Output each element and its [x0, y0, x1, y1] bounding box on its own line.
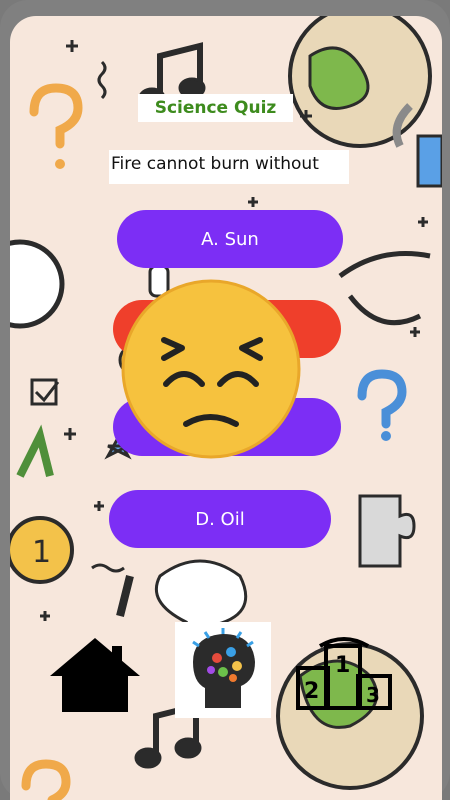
brain-icon[interactable] [175, 622, 271, 718]
device-frame: 1 Science Quiz Fire cannot burn without … [0, 0, 450, 800]
question-text: Fire cannot burn without [109, 150, 349, 184]
podium-icon[interactable]: 1 2 3 [294, 632, 394, 712]
option-d-button[interactable]: D. Oil [109, 490, 331, 548]
home-icon[interactable] [48, 636, 142, 714]
quiz-screen: 1 Science Quiz Fire cannot burn without … [10, 16, 442, 800]
podium-rank-3: 3 [366, 683, 380, 707]
podium-rank-1: 1 [335, 653, 350, 678]
frustrated-face-icon [121, 279, 301, 459]
podium-rank-2: 2 [304, 679, 319, 704]
svg-text:1: 1 [32, 535, 51, 570]
quiz-title: Science Quiz [138, 94, 293, 122]
option-a-button[interactable]: A. Sun [117, 210, 343, 268]
